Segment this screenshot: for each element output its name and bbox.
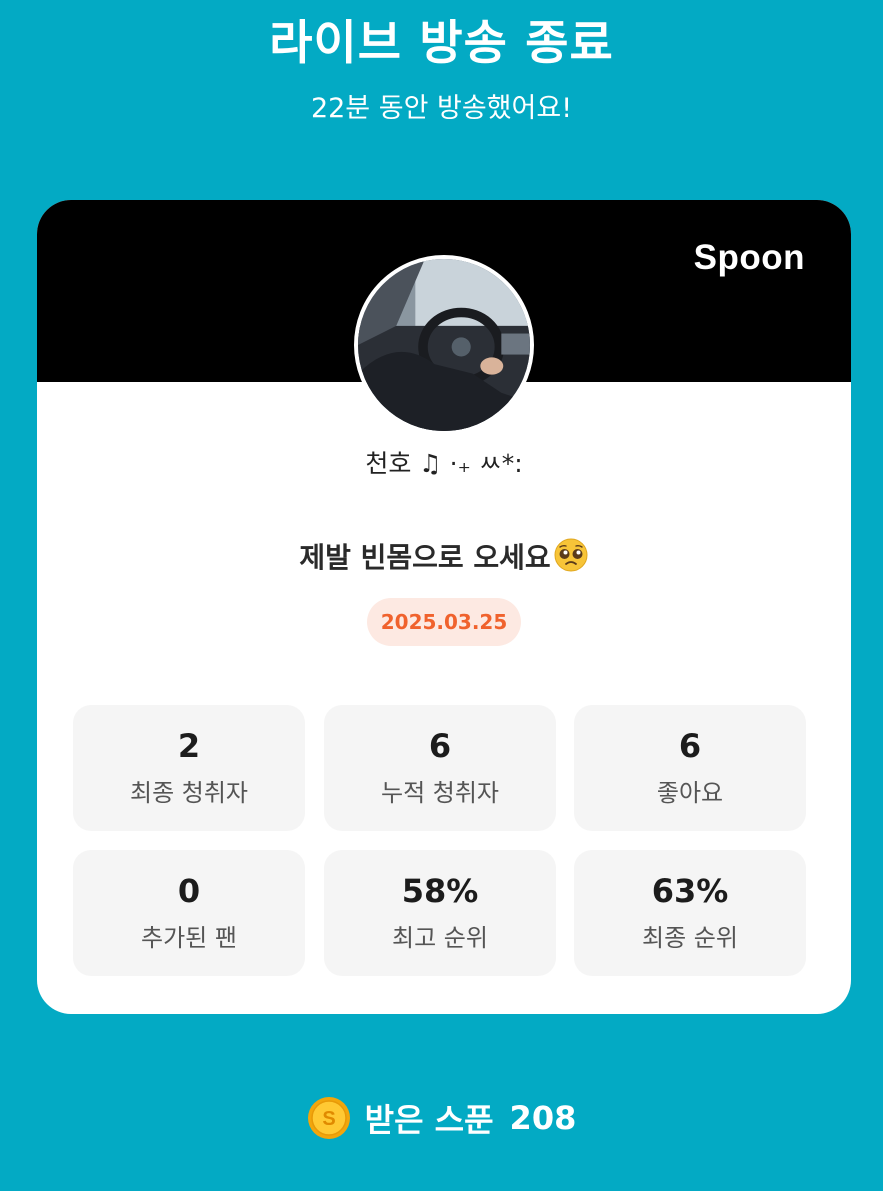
spoon-label: 받은 스푼 <box>364 1101 494 1139</box>
stat-value: 2 <box>177 727 201 765</box>
stat-value: 6 <box>428 727 452 765</box>
streamer-nickname: 천호 ♫ ·₊ ㅆ*: <box>365 449 523 478</box>
avatar <box>354 255 534 435</box>
avatar-photo <box>358 259 530 431</box>
stat-final-listeners: 2 최종 청취자 <box>73 705 305 831</box>
broadcast-summary-card: Spoon 천호 ♫ ·₊ ㅆ*: 제발 빈몸으로 오세요 2025.03.25… <box>37 200 851 1014</box>
stat-value: 58% <box>401 872 479 910</box>
stat-value: 6 <box>678 727 702 765</box>
broadcast-title: 제발 빈몸으로 오세요 <box>37 536 851 576</box>
stat-label: 누적 청취자 <box>380 779 500 807</box>
spoon-count: 208 <box>509 1099 577 1137</box>
stat-value: 63% <box>651 872 729 910</box>
stat-value: 0 <box>177 872 201 910</box>
stat-label: 좋아요 <box>656 779 724 807</box>
gold-coin-icon: S <box>307 1096 351 1140</box>
stat-best-rank: 58% 최고 순위 <box>324 850 556 976</box>
broadcast-duration: 22분 동안 방송했어요! <box>310 93 573 124</box>
stat-final-rank: 63% 최종 순위 <box>574 850 806 976</box>
stat-label: 추가된 팬 <box>141 924 237 952</box>
stat-label: 최고 순위 <box>392 924 488 952</box>
received-spoons: S 받은 스푼 208 <box>0 1095 883 1147</box>
spoon-logo: Spoon <box>693 238 805 277</box>
stat-likes: 6 좋아요 <box>574 705 806 831</box>
stat-total-listeners: 6 누적 청취자 <box>324 705 556 831</box>
pleading-face-icon <box>553 537 589 573</box>
stat-label: 최종 순위 <box>642 924 738 952</box>
broadcast-date-badge: 2025.03.25 <box>367 598 521 646</box>
page-title: 라이브 방송 종료 <box>269 16 614 71</box>
broadcast-title-text: 제발 빈몸으로 오세요 <box>299 541 551 574</box>
stat-new-fans: 0 추가된 팬 <box>73 850 305 976</box>
stat-label: 최종 청취자 <box>129 779 249 807</box>
svg-text:S: S <box>322 1108 335 1130</box>
